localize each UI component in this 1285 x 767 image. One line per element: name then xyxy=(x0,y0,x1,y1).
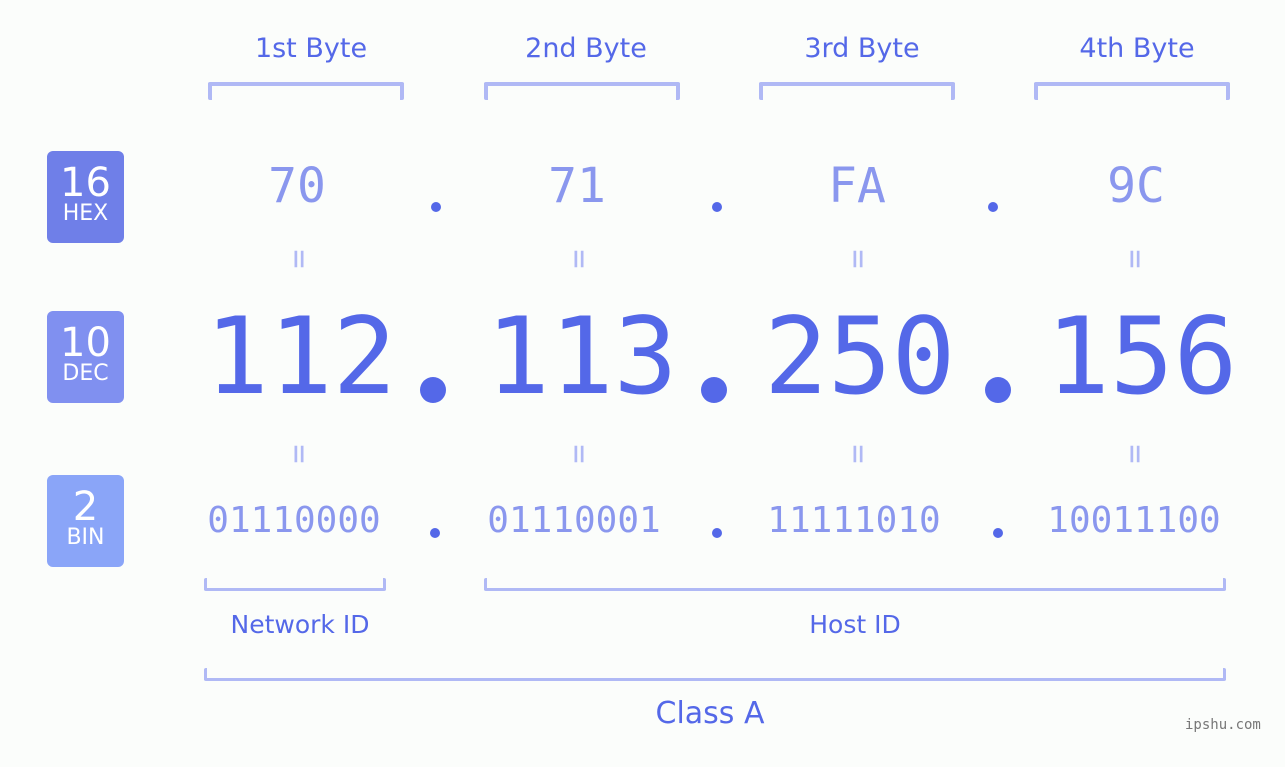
equals-icon: = xyxy=(281,249,319,269)
bin-value-2: 01110001 xyxy=(487,500,661,541)
hex-value-2: 71 xyxy=(548,158,606,214)
byte-label-3: 3rd Byte xyxy=(804,33,920,64)
dec-base-label: DEC xyxy=(62,361,109,386)
hex-badge: 16 HEX xyxy=(47,151,124,243)
bin-separator-dot xyxy=(712,528,722,538)
host-id-bracket xyxy=(484,578,1226,591)
equals-icon: = xyxy=(561,444,599,464)
watermark: ipshu.com xyxy=(1185,717,1261,733)
host-id-label: Host ID xyxy=(809,610,901,639)
bin-base-label: BIN xyxy=(66,525,105,550)
hex-base-number: 16 xyxy=(60,160,111,206)
byte-label-2: 2nd Byte xyxy=(525,33,647,64)
bin-separator-dot xyxy=(430,528,440,538)
equals-icon: = xyxy=(1117,444,1155,464)
byte-bracket-1 xyxy=(208,82,404,100)
dec-value-3: 250 xyxy=(764,295,956,418)
dec-separator-dot xyxy=(701,377,727,403)
byte-bracket-4 xyxy=(1034,82,1230,100)
equals-icon: = xyxy=(561,249,599,269)
hex-value-3: FA xyxy=(828,158,886,214)
equals-icon: = xyxy=(1117,249,1155,269)
hex-value-4: 9C xyxy=(1107,158,1165,214)
hex-separator-dot xyxy=(431,202,441,212)
equals-icon: = xyxy=(281,444,319,464)
network-id-bracket xyxy=(204,578,386,591)
dec-value-1: 112 xyxy=(205,295,397,418)
dec-badge: 10 DEC xyxy=(47,311,124,403)
byte-label-4: 4th Byte xyxy=(1079,33,1195,64)
byte-bracket-3 xyxy=(759,82,955,100)
hex-separator-dot xyxy=(712,202,722,212)
equals-icon: = xyxy=(840,249,878,269)
equals-icon: = xyxy=(840,444,878,464)
byte-bracket-2 xyxy=(484,82,680,100)
dec-separator-dot xyxy=(420,377,446,403)
hex-value-1: 70 xyxy=(268,158,326,214)
bin-value-1: 01110000 xyxy=(207,500,381,541)
network-id-label: Network ID xyxy=(230,610,370,639)
bin-separator-dot xyxy=(993,528,1003,538)
bin-value-3: 11111010 xyxy=(767,500,941,541)
bin-badge: 2 BIN xyxy=(47,475,124,567)
class-bracket xyxy=(204,668,1226,681)
dec-base-number: 10 xyxy=(60,320,111,366)
dec-value-4: 156 xyxy=(1046,295,1238,418)
byte-label-1: 1st Byte xyxy=(254,33,368,64)
bin-value-4: 10011100 xyxy=(1047,500,1221,541)
hex-base-label: HEX xyxy=(62,201,109,226)
class-label: Class A xyxy=(655,696,765,731)
bin-base-number: 2 xyxy=(72,484,99,530)
hex-separator-dot xyxy=(988,202,998,212)
dec-value-2: 113 xyxy=(486,295,678,418)
dec-separator-dot xyxy=(985,377,1011,403)
